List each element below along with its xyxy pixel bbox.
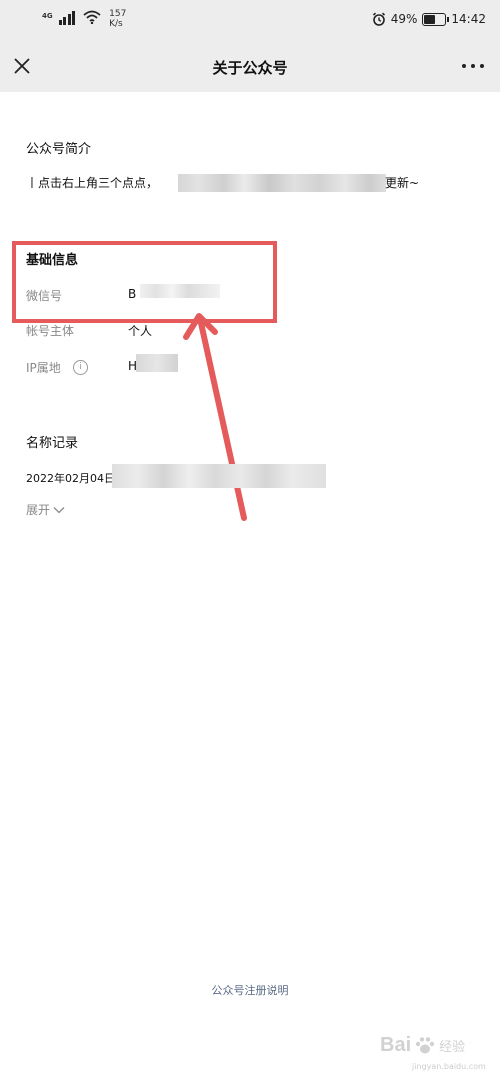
- expand-label: 展开: [26, 503, 51, 517]
- intro-text-end: 更新~: [385, 176, 420, 190]
- status-bar: 4G 157 K/s 49% 14:42: [0, 0, 500, 40]
- status-left: 4G 157 K/s: [42, 9, 126, 29]
- signal-icon: [58, 9, 76, 25]
- battery-icon: [422, 12, 450, 26]
- intro-text: 丨点击右上角三个点点，: [26, 176, 159, 190]
- battery-percent: 49%: [390, 12, 418, 26]
- intro-heading: 公众号简介: [26, 142, 92, 157]
- chevron-down-icon: [53, 506, 65, 513]
- watermark-text: Bai: [380, 1034, 412, 1056]
- network-speed: 157 K/s: [109, 9, 126, 29]
- wifi-icon: [83, 10, 101, 24]
- registration-info-link[interactable]: 公众号注册说明: [0, 982, 500, 998]
- redacted-ip: [136, 354, 178, 372]
- annotation-highlight-box: [12, 241, 277, 323]
- redacted-name-record: [112, 464, 326, 488]
- watermark-sub: 经验: [439, 1040, 466, 1055]
- info-icon[interactable]: i: [73, 360, 88, 375]
- paw-icon: [415, 1036, 435, 1053]
- speed-unit: K/s: [109, 19, 123, 29]
- name-history-heading: 名称记录: [26, 436, 79, 451]
- speed-value: 157: [109, 9, 127, 19]
- clock: 14:42: [451, 12, 486, 26]
- expand-button[interactable]: 展开: [26, 501, 65, 518]
- baidu-watermark: Bai 经验: [380, 1034, 465, 1057]
- watermark-url: jingyan.baidu.com: [412, 1062, 486, 1071]
- name-record-item: 2022年02月04日: [26, 472, 115, 485]
- status-right: 49% 14:42: [372, 12, 486, 26]
- subject-value: 个人: [128, 324, 153, 338]
- ip-label: IP属地: [26, 361, 61, 375]
- nav-bar: 关于公众号: [0, 40, 500, 92]
- page-title: 关于公众号: [212, 59, 288, 77]
- annotation-arrow-icon: [183, 313, 247, 521]
- alarm-icon: [372, 12, 385, 26]
- redacted-intro: [178, 174, 386, 192]
- subject-label: 帐号主体: [26, 324, 75, 338]
- more-icon[interactable]: [462, 64, 484, 68]
- network-type: 4G: [42, 12, 53, 20]
